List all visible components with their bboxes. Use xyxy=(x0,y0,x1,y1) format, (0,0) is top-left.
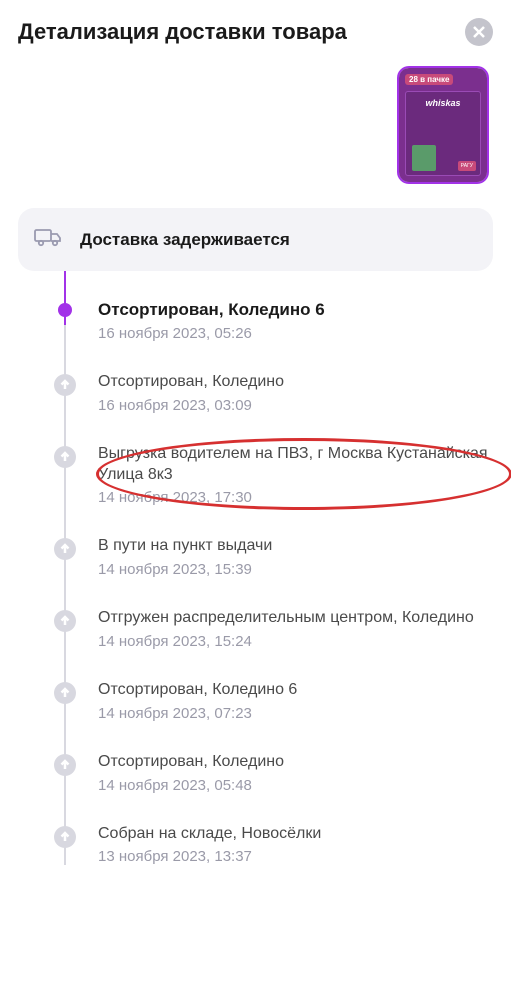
timeline-date: 14 ноября 2023, 17:30 xyxy=(98,489,493,506)
product-image: 28 в пачке whiskas РАГУ xyxy=(399,68,487,182)
timeline-marker xyxy=(54,374,76,396)
timeline-date: 16 ноября 2023, 03:09 xyxy=(98,397,493,414)
timeline-item: Отгружен распределительным центром, Коле… xyxy=(54,608,493,650)
timeline-item: Выгрузка водителем на ПВЗ, г Москва Куст… xyxy=(54,444,493,507)
timeline-marker xyxy=(54,610,76,632)
timeline-item: Отсортирован, Коледино 6 14 ноября 2023, … xyxy=(54,680,493,722)
timeline-status: Отсортирован, Коледино 6 xyxy=(98,299,493,321)
timeline-item: Отсортирован, Коледино 6 16 ноября 2023, … xyxy=(54,299,493,342)
timeline-status: Выгрузка водителем на ПВЗ, г Москва Куст… xyxy=(98,444,493,486)
timeline-date: 14 ноября 2023, 05:48 xyxy=(98,777,493,794)
timeline-status: В пути на пункт выдачи xyxy=(98,536,493,557)
close-button[interactable] xyxy=(465,18,493,46)
close-icon xyxy=(472,25,486,39)
arrow-up-icon xyxy=(59,687,71,699)
timeline-status: Отсортирован, Коледино xyxy=(98,372,493,393)
arrow-up-icon xyxy=(59,379,71,391)
timeline-marker xyxy=(54,826,76,848)
timeline-date: 14 ноября 2023, 15:24 xyxy=(98,633,493,650)
timeline: Отсортирован, Коледино 6 16 ноября 2023, … xyxy=(18,271,493,865)
modal-title: Детализация доставки товара xyxy=(18,19,347,45)
timeline-marker xyxy=(54,682,76,704)
timeline-item: Отсортирован, Коледино 16 ноября 2023, 03… xyxy=(54,372,493,414)
arrow-up-icon xyxy=(59,831,71,843)
product-list: 28 в пачке whiskas РАГУ xyxy=(18,66,493,184)
timeline-date: 14 ноября 2023, 07:23 xyxy=(98,705,493,722)
timeline-item: Собран на складе, Новосёлки 13 ноября 202… xyxy=(54,824,493,866)
arrow-up-icon xyxy=(59,759,71,771)
delivery-status: Доставка задерживается xyxy=(80,230,290,250)
modal-header: Детализация доставки товара xyxy=(18,18,493,46)
timeline-date: 16 ноября 2023, 05:26 xyxy=(98,325,493,342)
truck-icon xyxy=(34,226,62,253)
timeline-status: Отгружен распределительным центром, Коле… xyxy=(98,608,493,629)
status-banner: Доставка задерживается xyxy=(18,208,493,271)
timeline-item: В пути на пункт выдачи 14 ноября 2023, 15… xyxy=(54,536,493,578)
timeline-date: 14 ноября 2023, 15:39 xyxy=(98,561,493,578)
product-brand: whiskas xyxy=(425,98,460,108)
arrow-up-icon xyxy=(59,543,71,555)
arrow-up-icon xyxy=(59,615,71,627)
timeline-date: 13 ноября 2023, 13:37 xyxy=(98,848,493,865)
timeline-marker xyxy=(54,754,76,776)
arrow-up-icon xyxy=(59,451,71,463)
timeline-status: Собран на складе, Новосёлки xyxy=(98,824,493,845)
product-badge: 28 в пачке xyxy=(405,74,453,85)
product-card[interactable]: 28 в пачке whiskas РАГУ xyxy=(397,66,489,184)
timeline-marker-current xyxy=(58,303,72,317)
timeline-item: Отсортирован, Коледино 14 ноября 2023, 05… xyxy=(54,752,493,794)
timeline-status: Отсортирован, Коледино 6 xyxy=(98,680,493,701)
timeline-marker xyxy=(54,446,76,468)
timeline-status: Отсортирован, Коледино xyxy=(98,752,493,773)
timeline-marker xyxy=(54,538,76,560)
product-label: РАГУ xyxy=(458,161,476,171)
